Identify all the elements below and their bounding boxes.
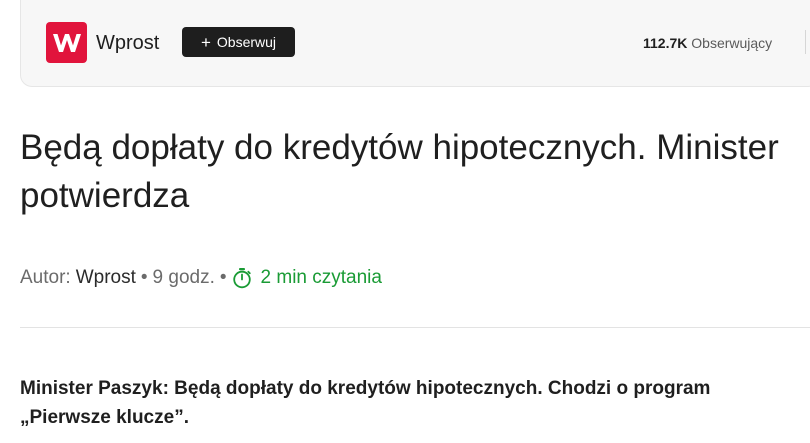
meta-separator: • <box>219 267 227 288</box>
meta-separator: • <box>140 267 148 288</box>
article-page: Wprost + Obserwuj 112.7K Obserwujący Będ… <box>0 0 810 443</box>
stopwatch-icon <box>232 268 251 289</box>
follow-button[interactable]: + Obserwuj <box>182 27 295 57</box>
reading-time: 2 min czytania <box>232 265 382 291</box>
article-title: Będą dopłaty do kredytów hipotecznych. M… <box>20 128 779 215</box>
publisher-bar: Wprost + Obserwuj 112.7K Obserwujący <box>20 0 810 87</box>
plus-icon: + <box>200 32 211 52</box>
reading-time-label: 2 min czytania <box>260 267 382 288</box>
article-lead: Minister Paszyk: Będą dopłaty do kredytó… <box>20 378 711 428</box>
section-divider <box>20 327 810 328</box>
followers-number: 112.7K <box>643 35 688 51</box>
article-meta: Autor: Wprost • 9 godz. • 2 min czytania <box>20 265 382 291</box>
follow-button-label: Obserwuj <box>216 34 277 50</box>
published-time: 9 godz. <box>152 267 215 288</box>
publisher-logo[interactable] <box>46 22 87 63</box>
followers-label: Obserwujący <box>691 35 773 51</box>
author-link[interactable]: Wprost <box>76 265 136 291</box>
publisher-name[interactable]: Wprost <box>96 31 159 55</box>
vertical-divider <box>805 30 806 54</box>
author-prefix: Autor: <box>20 267 71 288</box>
wprost-logo-icon <box>52 33 81 52</box>
followers-count: 112.7K Obserwujący <box>643 34 772 52</box>
